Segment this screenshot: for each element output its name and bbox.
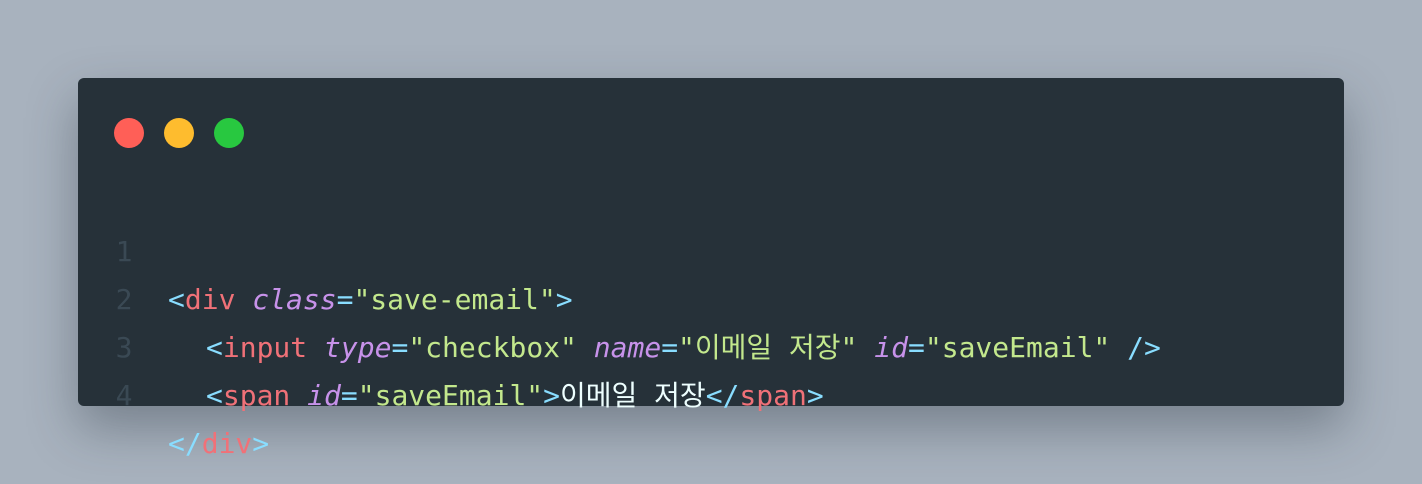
token-tag: span [739,379,807,412]
line-number: 4 [115,379,133,412]
line-content: </div> [168,420,269,468]
token-text: 이메일 저장 [560,379,706,412]
token-tag: div [201,427,253,460]
code-line: 2 <input type="checkbox" name="이메일 저장" i… [78,228,1344,364]
token-string: "saveEmail" [357,379,544,412]
line-content: <span id="saveEmail">이메일 저장</span> [168,372,824,420]
code-window: 1 <div class="save-email"> 2 <input type… [78,78,1344,460]
code-block: 1 <div class="save-email"> 2 <input type… [78,180,1344,460]
close-dot-icon[interactable] [114,118,144,148]
token-tag: span [222,379,291,412]
window-controls [114,118,264,148]
token-punct: = [340,379,358,412]
token-punct: < [206,379,223,412]
maximize-dot-icon[interactable] [214,118,244,148]
token-punct: > [806,379,824,412]
token-punct: > [252,427,270,460]
token-punct: </ [705,379,740,412]
token-punct: > [543,379,561,412]
minimize-dot-icon[interactable] [164,118,194,148]
token-punct: </ [168,427,202,460]
token-attr: id [307,379,341,412]
code-line: 3 <span id="saveEmail">이메일 저장</span> [78,276,1344,412]
code-line: 1 <div class="save-email"> [78,180,1344,316]
code-line: 4 </div> [78,324,1344,460]
